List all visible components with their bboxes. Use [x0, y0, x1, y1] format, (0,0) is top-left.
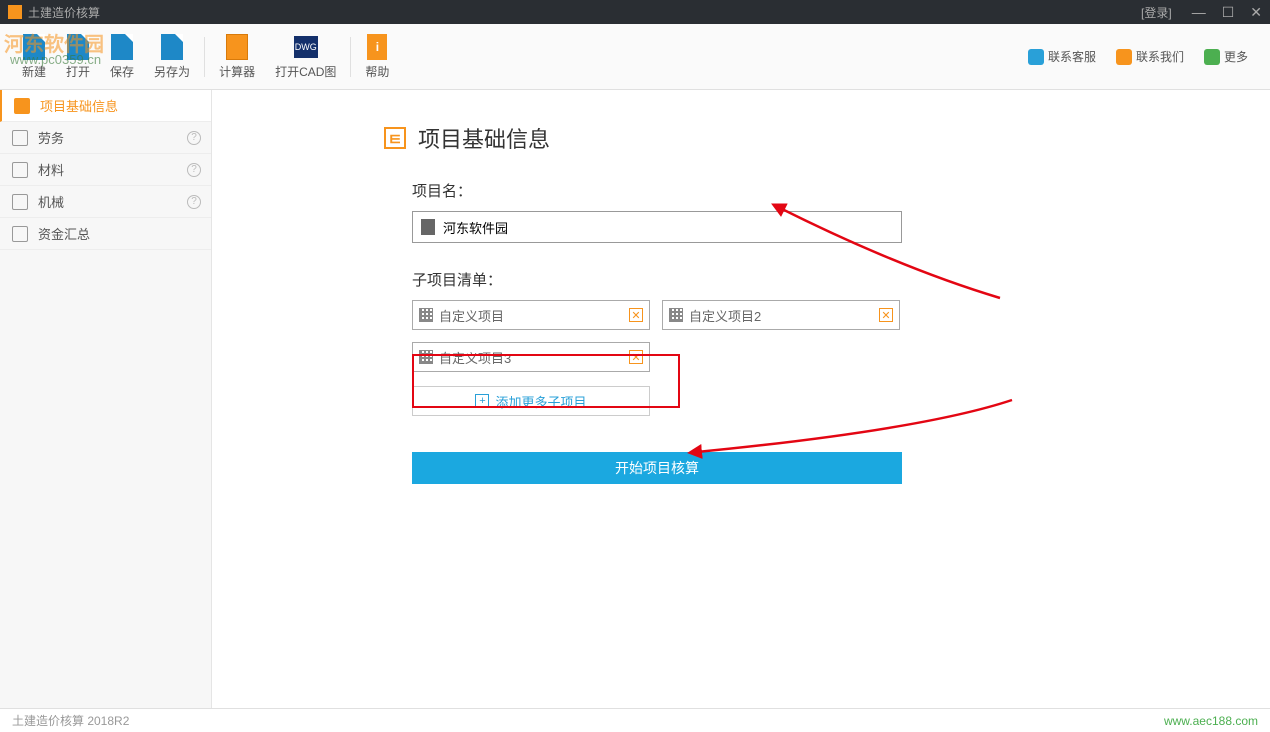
subproject-label: 自定义项目3: [439, 348, 511, 367]
subproject-item[interactable]: 自定义项目2 ✕: [662, 300, 900, 330]
subproject-item[interactable]: 自定义项目 ✕: [412, 300, 650, 330]
sidebar-item-material[interactable]: 材料 ?: [0, 154, 211, 186]
new-button[interactable]: 新建: [12, 29, 56, 84]
help-icon: i: [367, 34, 387, 60]
funds-icon: [12, 226, 28, 242]
delete-icon[interactable]: ✕: [629, 308, 643, 322]
maximize-icon[interactable]: ☐: [1222, 4, 1235, 21]
project-name-input[interactable]: 河东软件园: [412, 211, 902, 243]
grid-icon: [419, 308, 433, 322]
toolbar: 新建 打开 保存 另存为 计算器 DWG 打开CAD图 i 帮助 联系客服 联系…: [0, 24, 1270, 90]
open-button[interactable]: 打开: [56, 29, 100, 84]
app-icon: [8, 5, 22, 19]
info-icon: [14, 98, 30, 114]
toolbar-separator: [204, 37, 205, 77]
content: ㅌ 项目基础信息 项目名： 河东软件园 子项目清单： 自定义项目 ✕ 自定义项目…: [212, 90, 1270, 708]
help-badge-icon[interactable]: ?: [187, 195, 201, 209]
new-file-icon: [23, 34, 45, 60]
sidebar-item-label: 资金汇总: [38, 224, 90, 243]
minimize-icon[interactable]: —: [1192, 4, 1206, 21]
titlebar: 土建造价核算 登录 — ☐ ✕: [0, 0, 1270, 24]
labor-icon: [12, 130, 28, 146]
material-icon: [12, 162, 28, 178]
help-badge-icon[interactable]: ?: [187, 131, 201, 145]
sidebar-item-funds[interactable]: 资金汇总: [0, 218, 211, 250]
more-button[interactable]: 更多: [1194, 48, 1258, 65]
app-title: 土建造价核算: [28, 4, 1141, 21]
status-right[interactable]: www.aec188.com: [1164, 714, 1258, 728]
plus-icon: +: [475, 394, 489, 408]
page-title: 项目基础信息: [418, 122, 550, 154]
subproject-item[interactable]: 自定义项目3 ✕: [412, 342, 650, 372]
status-left: 土建造价核算 2018R2: [12, 712, 129, 729]
sidebar-item-label: 材料: [38, 160, 64, 179]
open-file-icon: [67, 34, 89, 60]
page-title-icon: ㅌ: [384, 127, 406, 149]
add-subproject-button[interactable]: + 添加更多子项目: [412, 386, 650, 416]
more-icon: [1204, 49, 1220, 65]
help-badge-icon[interactable]: ?: [187, 163, 201, 177]
sidebar-item-label: 机械: [38, 192, 64, 211]
calculator-button[interactable]: 计算器: [209, 29, 265, 84]
sidebar-item-label: 项目基础信息: [40, 96, 118, 115]
saveas-button[interactable]: 另存为: [144, 29, 200, 84]
sidebar: 项目基础信息 劳务 ? 材料 ? 机械 ? 资金汇总: [0, 90, 212, 708]
save-file-icon: [111, 34, 133, 60]
grid-icon: [669, 308, 683, 322]
subproject-label: 自定义项目: [439, 306, 504, 325]
contact-us-button[interactable]: 联系我们: [1106, 48, 1194, 65]
opencad-button[interactable]: DWG 打开CAD图: [265, 29, 346, 84]
delete-icon[interactable]: ✕: [629, 350, 643, 364]
toolbar-separator: [350, 37, 351, 77]
subproject-label: 自定义项目2: [689, 306, 761, 325]
statusbar: 土建造价核算 2018R2 www.aec188.com: [0, 708, 1270, 732]
saveas-file-icon: [161, 34, 183, 60]
close-icon[interactable]: ✕: [1250, 4, 1262, 21]
grid-icon: [419, 350, 433, 364]
save-button[interactable]: 保存: [100, 29, 144, 84]
dwg-icon: DWG: [294, 36, 318, 58]
cs-icon: [1028, 49, 1044, 65]
delete-icon[interactable]: ✕: [879, 308, 893, 322]
sidebar-item-basic-info[interactable]: 项目基础信息: [0, 90, 211, 122]
start-calculation-button[interactable]: 开始项目核算: [412, 452, 902, 484]
sidebar-item-label: 劳务: [38, 128, 64, 147]
project-name-value: 河东软件园: [443, 218, 508, 237]
subproject-label: 子项目清单：: [412, 269, 902, 290]
contact-cs-button[interactable]: 联系客服: [1018, 48, 1106, 65]
project-name-label: 项目名：: [412, 180, 902, 201]
machinery-icon: [12, 194, 28, 210]
login-button[interactable]: 登录: [1141, 4, 1172, 21]
mail-icon: [1116, 49, 1132, 65]
sidebar-item-machinery[interactable]: 机械 ?: [0, 186, 211, 218]
help-button[interactable]: i 帮助: [355, 29, 399, 84]
sidebar-item-labor[interactable]: 劳务 ?: [0, 122, 211, 154]
document-icon: [421, 219, 435, 235]
calculator-icon: [226, 34, 248, 60]
